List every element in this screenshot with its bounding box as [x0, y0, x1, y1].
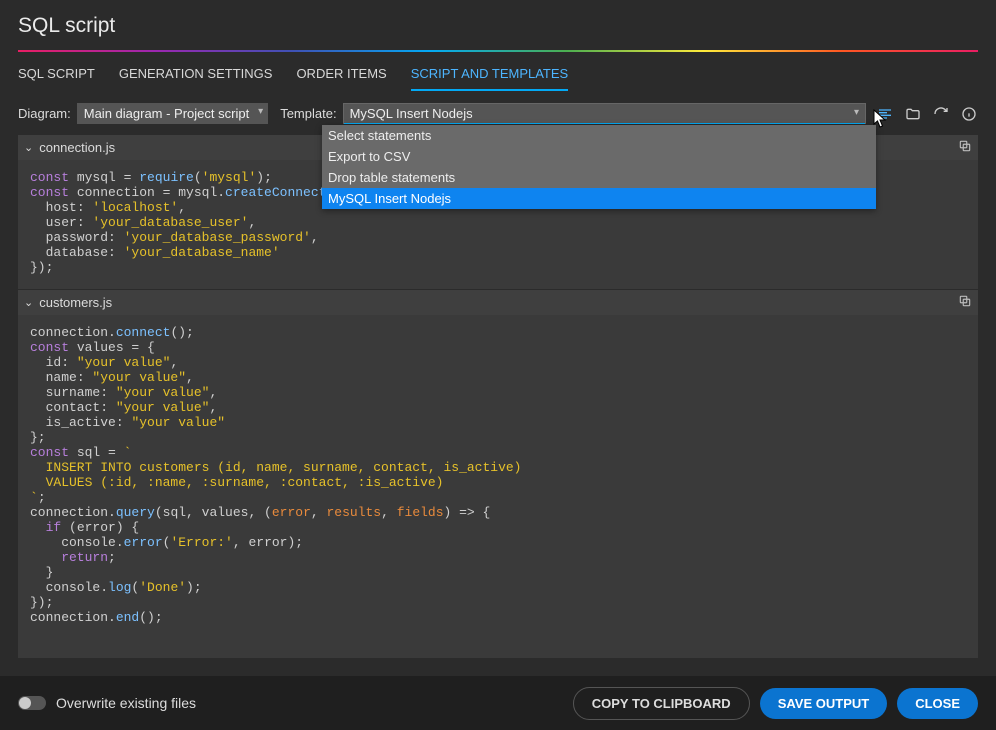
copy-icon[interactable] [958, 139, 972, 156]
page-title: SQL script [0, 0, 996, 50]
save-output-button[interactable]: SAVE OUTPUT [760, 688, 888, 719]
dropdown-item-export-csv[interactable]: Export to CSV [322, 146, 876, 167]
code-area: ⌄ connection.js const mysql = require('m… [18, 134, 978, 658]
overwrite-label: Overwrite existing files [56, 695, 563, 711]
file-name: connection.js [39, 140, 115, 155]
chevron-down-icon[interactable]: ⌄ [24, 296, 33, 309]
copy-icon[interactable] [958, 294, 972, 311]
tab-order-items[interactable]: ORDER ITEMS [296, 66, 386, 91]
template-dropdown: Select statements Export to CSV Drop tab… [322, 125, 876, 209]
file-name: customers.js [39, 295, 112, 310]
code-content-customers: connection.connect(); const values = { i… [18, 315, 978, 635]
close-button[interactable]: CLOSE [897, 688, 978, 719]
dropdown-item-mysql-insert-nodejs[interactable]: MySQL Insert Nodejs [322, 188, 876, 209]
info-icon[interactable] [960, 105, 978, 123]
toolbar: Diagram: Main diagram - Project script T… [0, 91, 996, 134]
format-left-icon[interactable] [876, 105, 894, 123]
file-block-customers: ⌄ customers.js connection.connect(); con… [18, 289, 978, 635]
overwrite-toggle[interactable] [18, 696, 46, 710]
dropdown-item-select-statements[interactable]: Select statements [322, 125, 876, 146]
template-select-value: MySQL Insert Nodejs [350, 106, 473, 121]
chevron-down-icon[interactable]: ⌄ [24, 141, 33, 154]
tab-generation-settings[interactable]: GENERATION SETTINGS [119, 66, 273, 91]
footer: Overwrite existing files COPY TO CLIPBOA… [0, 676, 996, 730]
template-label: Template: [280, 106, 336, 121]
tab-bar: SQL SCRIPT GENERATION SETTINGS ORDER ITE… [0, 52, 996, 91]
diagram-select[interactable]: Main diagram - Project script [77, 103, 268, 124]
folder-open-icon[interactable] [904, 105, 922, 123]
copy-to-clipboard-button[interactable]: COPY TO CLIPBOARD [573, 687, 750, 720]
template-select[interactable]: MySQL Insert Nodejs [343, 103, 866, 124]
file-header-customers[interactable]: ⌄ customers.js [18, 289, 978, 315]
refresh-icon[interactable] [932, 105, 950, 123]
tab-sql-script[interactable]: SQL SCRIPT [18, 66, 95, 91]
dropdown-item-drop-table[interactable]: Drop table statements [322, 167, 876, 188]
diagram-label: Diagram: [18, 106, 71, 121]
tab-script-and-templates[interactable]: SCRIPT AND TEMPLATES [411, 66, 569, 91]
